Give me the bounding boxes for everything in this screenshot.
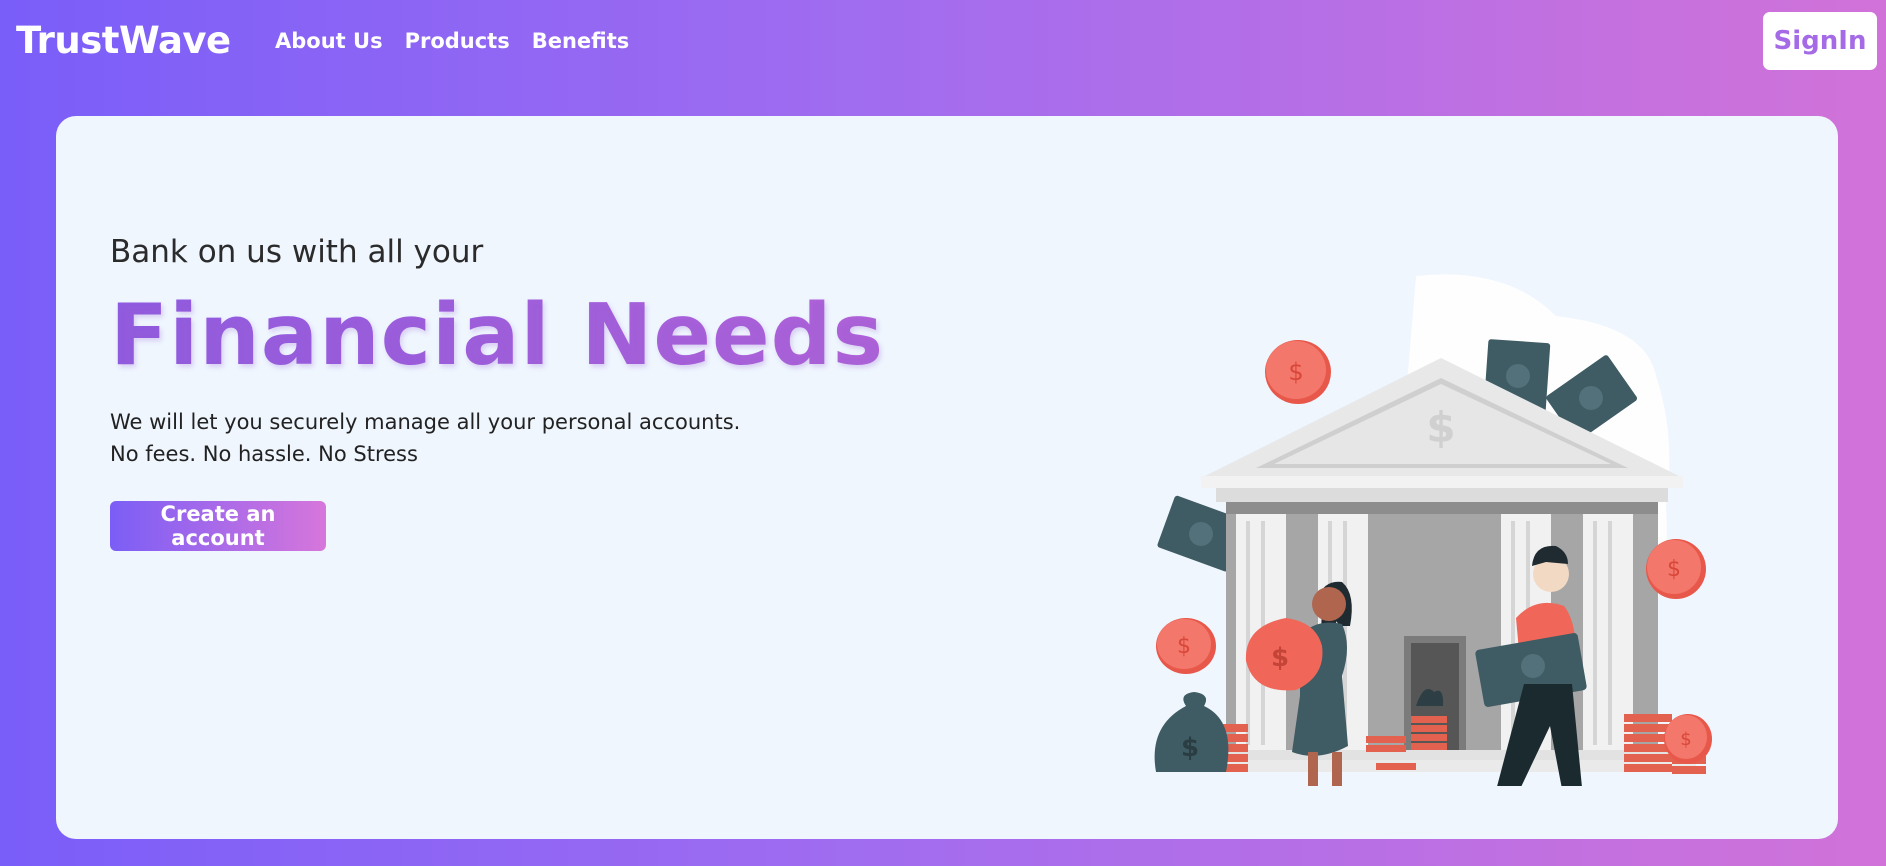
- hero-title: Financial Needs: [110, 286, 885, 385]
- money-bag-icon: $: [1154, 692, 1229, 772]
- dollar-coin-icon: $: [1646, 539, 1706, 599]
- svg-text:$: $: [1177, 634, 1191, 659]
- svg-text:$: $: [1680, 729, 1691, 750]
- brand-logo[interactable]: TrustWave: [16, 19, 231, 62]
- svg-text:$: $: [1667, 557, 1681, 582]
- hero-description-line-2: No fees. No hassle. No Stress: [110, 442, 418, 466]
- dollar-coin-icon: $: [1265, 340, 1331, 404]
- dollar-coin-icon: $: [1156, 618, 1216, 674]
- hero-description: We will let you securely manage all your…: [110, 406, 740, 470]
- svg-text:$: $: [1181, 733, 1199, 763]
- bank-illustration: $ $ $ $ $ $ $: [1154, 274, 1712, 786]
- roof-dollar-sign: $: [1426, 403, 1455, 452]
- svg-text:$: $: [1271, 643, 1289, 673]
- hero-card: Bank on us with all your Financial Needs…: [56, 116, 1838, 839]
- top-nav: TrustWave About Us Products Benefits Sig…: [0, 0, 1886, 86]
- hero-description-line-1: We will let you securely manage all your…: [110, 410, 741, 434]
- signin-button[interactable]: SignIn: [1763, 12, 1877, 70]
- hero-subtitle: Bank on us with all your: [110, 234, 484, 270]
- nav-link-about-us[interactable]: About Us: [275, 29, 383, 53]
- dollar-coin-icon: $: [1664, 714, 1712, 764]
- create-account-button[interactable]: Create an account: [110, 501, 326, 551]
- svg-text:$: $: [1288, 358, 1303, 386]
- nav-link-benefits[interactable]: Benefits: [532, 29, 630, 53]
- nav-links: About Us Products Benefits: [275, 29, 629, 53]
- nav-link-products[interactable]: Products: [405, 29, 510, 53]
